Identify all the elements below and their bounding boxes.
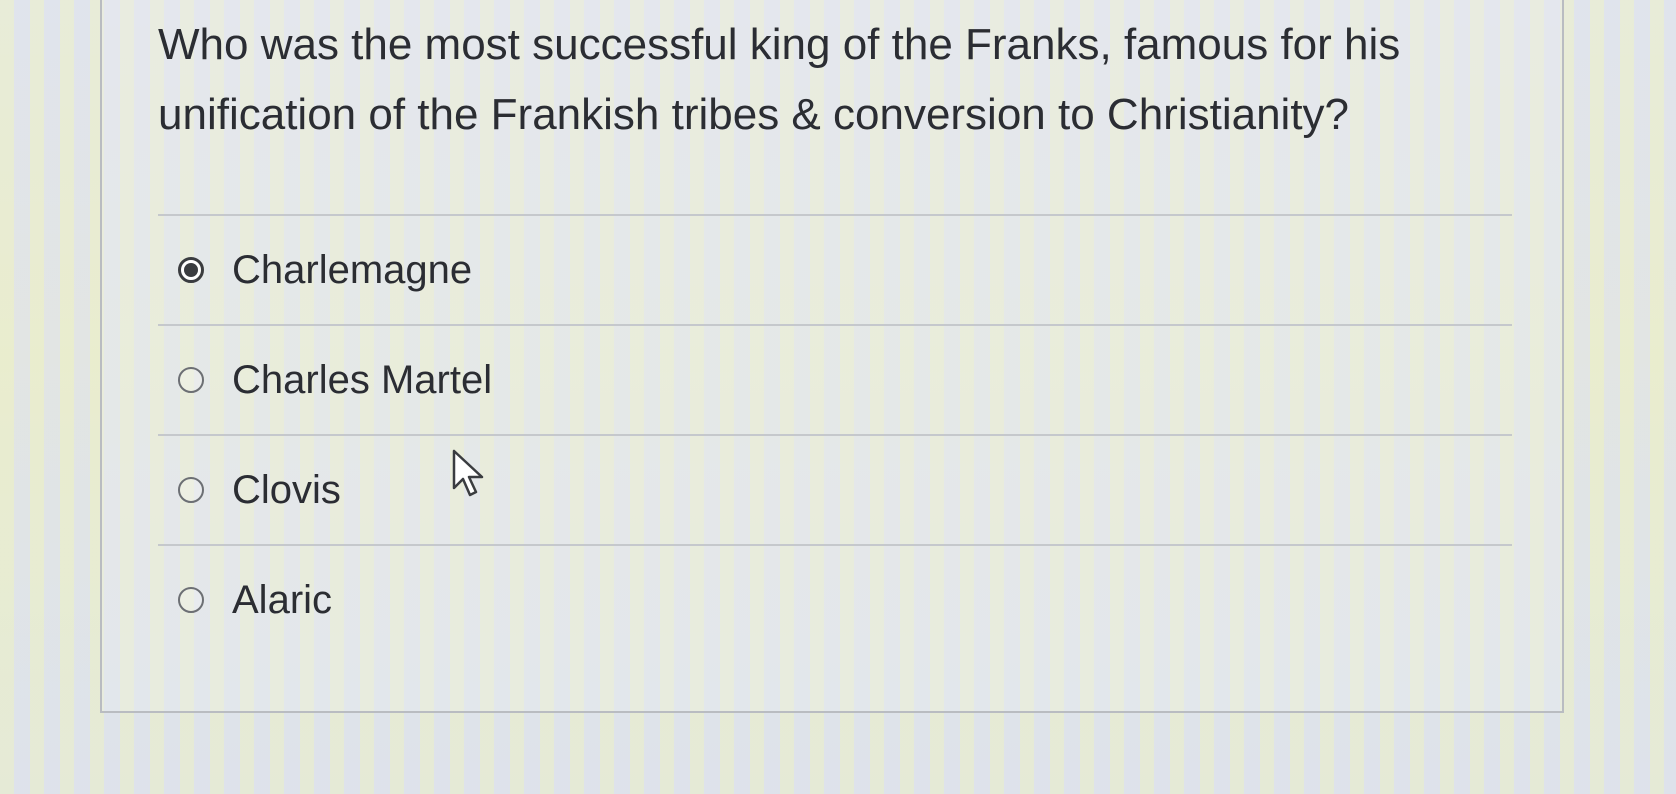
answer-options: Charlemagne Charles Martel Clovis Alaric (158, 214, 1512, 654)
answer-label: Clovis (232, 467, 341, 512)
question-card: Who was the most successful king of the … (100, 0, 1564, 713)
radio-unselected-icon[interactable] (178, 367, 204, 393)
answer-option-clovis[interactable]: Clovis (158, 436, 1512, 544)
answer-label: Charlemagne (232, 247, 473, 292)
radio-unselected-icon[interactable] (178, 477, 204, 503)
question-text: Who was the most successful king of the … (158, 10, 1518, 150)
answer-label: Charles Martel (232, 357, 493, 402)
radio-dot (184, 263, 198, 277)
mouse-pointer-icon (452, 449, 484, 497)
radio-unselected-icon[interactable] (178, 587, 204, 613)
question-line-2: unification of the Frankish tribes & con… (158, 90, 1350, 139)
answer-option-charles-martel[interactable]: Charles Martel (158, 326, 1512, 434)
radio-selected-icon[interactable] (178, 257, 204, 283)
answer-option-charlemagne[interactable]: Charlemagne (158, 216, 1512, 324)
answer-label: Alaric (232, 577, 333, 622)
answer-option-alaric[interactable]: Alaric (158, 546, 1512, 654)
question-line-1: Who was the most successful king of the … (158, 20, 1401, 69)
